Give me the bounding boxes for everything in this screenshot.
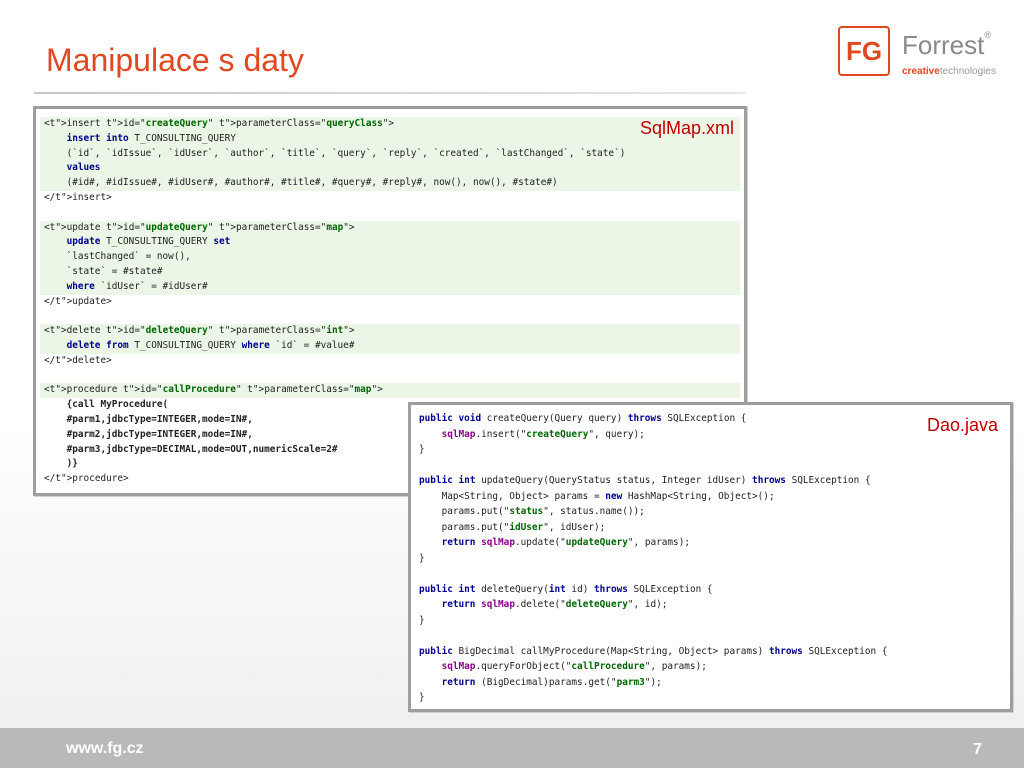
xml-code-line: `state` = #state# [40, 264, 740, 280]
xml-code-line: `lastChanged` = now(), [40, 250, 740, 265]
xml-code-line: where `idUser` = #idUser# [40, 279, 740, 295]
logo-tagline: creativetechnologies [902, 66, 996, 77]
java-code-line: public int updateQuery(QueryStatus statu… [419, 475, 871, 486]
xml-code-line: (`id`, `idIssue`, `idUser`, `author`, `t… [40, 146, 740, 162]
xml-code-line: (#id#, #idIssue#, #idUser#, #author#, #t… [40, 176, 740, 191]
java-code-line: } [419, 692, 425, 703]
java-code-line [415, 458, 1006, 474]
java-code-line [415, 566, 1006, 582]
java-code-line: public BigDecimal callMyProcedure(Map<St… [419, 645, 888, 657]
xml-code-line [40, 309, 740, 324]
xml-code-line: <t">delete t">id="deleteQuery" t">parame… [40, 324, 740, 339]
java-code-line: } [419, 444, 425, 455]
java-code-line: public void createQuery(Query query) thr… [419, 413, 747, 424]
xml-code-line [40, 206, 740, 221]
dao-java-label: Dao.java [926, 415, 998, 435]
xml-code-line [40, 369, 740, 384]
dao-java-panel: Dao.java public void createQuery(Query q… [408, 402, 1013, 712]
page-number: 7 [973, 741, 982, 758]
java-code-line: params.put("status", status.name()); [419, 506, 645, 517]
xml-code-line: </t">update> [44, 295, 112, 307]
java-code-line: return (BigDecimal)params.get("parm3"); [441, 676, 662, 688]
footer-bar: www.fg.cz 7 [0, 728, 1024, 768]
java-code-line: params.put("idUser", idUser); [419, 521, 606, 533]
java-code-line: return sqlMap.delete("deleteQuery", id); [441, 599, 668, 610]
xml-code-line: <t">procedure t">id="callProcedure" t">p… [40, 383, 740, 399]
java-code-line: } [419, 552, 425, 564]
slide-title: Manipulace s daty [46, 42, 304, 78]
java-code-line: return sqlMap.update("updateQuery", para… [441, 537, 690, 548]
logo-tagline-technologies: technologies [939, 66, 996, 77]
java-code-line: Map<String, Object> params = new HashMap… [419, 490, 775, 502]
logo-name-text: Forrest [902, 30, 985, 60]
java-code-line [415, 628, 1006, 644]
java-code-line: } [419, 614, 425, 626]
java-code-line: sqlMap.queryForObject("callProcedure", p… [441, 661, 707, 672]
xml-code-line: </t">insert> [44, 191, 112, 203]
xml-code-line: </t">delete> [44, 354, 112, 366]
xml-code-line: insert into T_CONSULTING_QUERY [40, 131, 740, 147]
logo-name: Forrest® [902, 30, 991, 61]
xml-code-line: update T_CONSULTING_QUERY set [40, 235, 740, 251]
java-code-line: sqlMap.insert("createQuery", query); [441, 428, 645, 440]
logo-mark: FG [838, 26, 890, 76]
xml-code-line: values [40, 161, 740, 177]
title-divider [34, 92, 746, 94]
xml-code-line: delete from T_CONSULTING_QUERY where `id… [40, 338, 740, 354]
java-code-line: public int deleteQuery(int id) throws SQ… [419, 583, 713, 595]
footer-url[interactable]: www.fg.cz [66, 740, 144, 758]
xml-code-line: <t">update t">id="updateQuery" t">parame… [40, 220, 740, 236]
logo-registered-mark: ® [984, 30, 991, 40]
logo: FG Forrest® creativetechnologies [836, 24, 996, 80]
java-code-block: public void createQuery(Query query) thr… [415, 411, 1006, 706]
xml-code-line: <t">insert t">id="createQuery" t">parame… [40, 117, 740, 132]
logo-tagline-creative: creative [902, 66, 940, 77]
sqlmap-xml-label: SqlMap.xml [639, 118, 734, 138]
